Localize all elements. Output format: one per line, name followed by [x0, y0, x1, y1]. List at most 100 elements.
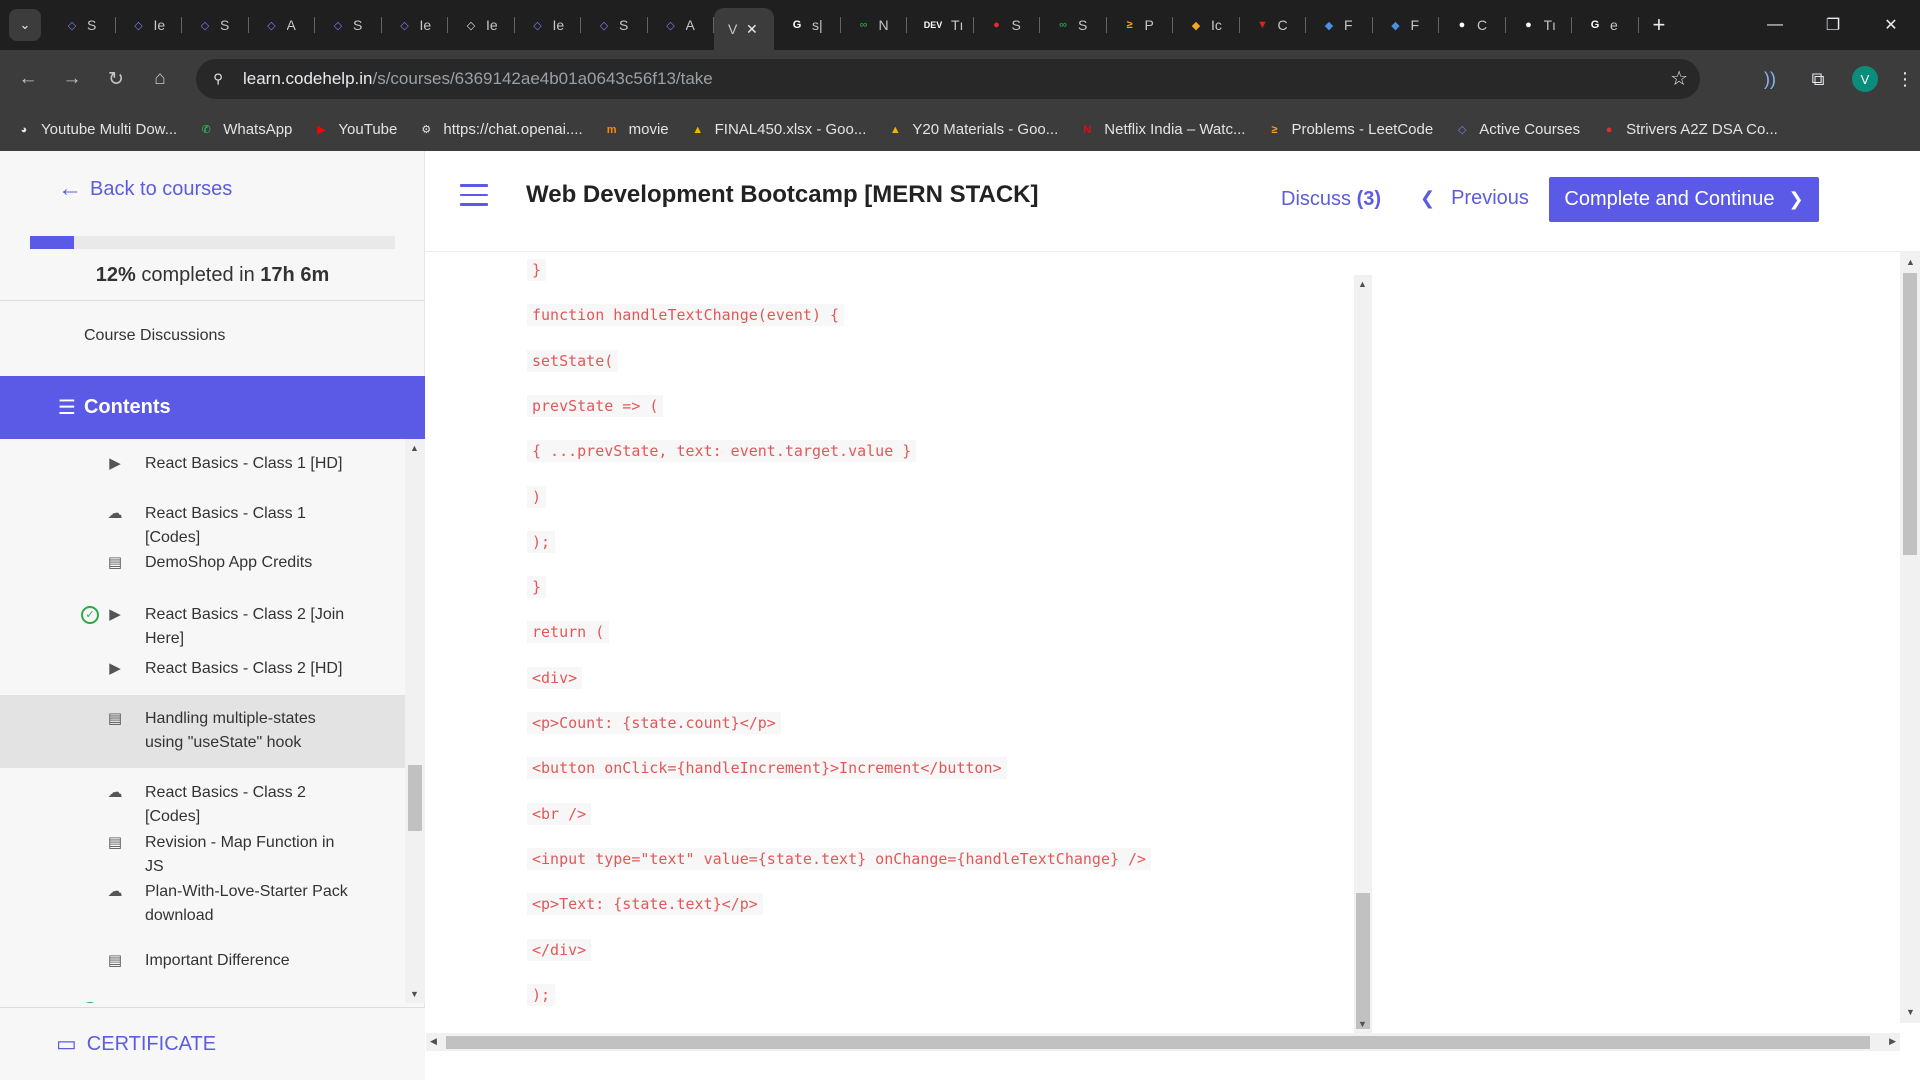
certificate-icon: ▭ — [56, 1031, 77, 1056]
google-icon: G — [792, 19, 802, 31]
forward-arrow-icon[interactable]: → — [50, 59, 94, 99]
scrollbar-thumb[interactable] — [446, 1036, 1870, 1049]
bookmark-item[interactable]: ◇ Active Courses — [1453, 121, 1580, 139]
contents-label: Contents — [83, 396, 171, 418]
browser-tab[interactable]: ◇ Ie — [382, 8, 449, 42]
extension-icon[interactable]: )) — [1746, 59, 1794, 99]
bookmark-item[interactable]: ▲ FINAL450.xlsx - Goo... — [689, 121, 866, 139]
code-block: } function handleTextChange(event) {setSt… — [426, 252, 1786, 1022]
lesson-item[interactable]: ☁ Plan-With-Love-Starter Pack download — [0, 868, 405, 936]
browser-tab[interactable]: ◇ A — [648, 8, 715, 42]
bookmark-item[interactable]: ✆ WhatsApp — [197, 121, 293, 139]
puzzle-icon[interactable]: ⧉ — [1794, 59, 1842, 99]
browser-tab[interactable]: DEV Tı — [907, 8, 974, 42]
bookmark-item[interactable]: ▲ Y20 Materials - Goo... — [886, 121, 1058, 139]
lesson-item[interactable]: ▤ Handling multiple-states using "useStat… — [0, 695, 405, 768]
scroll-up-arrow-icon[interactable]: ▲ — [410, 443, 419, 453]
hamburger-menu-icon[interactable] — [460, 184, 488, 206]
bookmark-item[interactable]: ≥ Problems - LeetCode — [1265, 121, 1433, 139]
bookmark-item[interactable]: m movie — [603, 121, 669, 139]
scroll-up-arrow-icon[interactable]: ▲ — [1906, 257, 1915, 267]
bookmark-item[interactable]: ▶ YouTube — [312, 121, 397, 139]
browser-tab[interactable]: ● C — [1439, 8, 1506, 42]
previous-button[interactable]: ❮ Previous — [1420, 187, 1529, 210]
url-text[interactable]: learn.codehelp.in/s/courses/6369142ae4b0… — [243, 69, 713, 89]
address-bar[interactable]: ⚲ learn.codehelp.in/s/courses/6369142ae4… — [196, 59, 1700, 99]
browser-tab[interactable]: ◇ Ie — [448, 8, 515, 42]
browser-tab[interactable]: ◇ S — [581, 8, 648, 42]
content-scrollbar[interactable]: ▲ ▼ — [1354, 275, 1372, 1033]
browser-tab[interactable]: ◆ F — [1373, 8, 1440, 42]
home-icon[interactable]: ⌂ — [138, 59, 182, 99]
browser-tab[interactable]: ● Tı — [1506, 8, 1573, 42]
lesson-item[interactable]: ▶ React Basics - Class 2 [HD] — [0, 643, 405, 695]
site-info-icon[interactable]: ⚲ — [205, 66, 231, 92]
lesson-list-scrollbar[interactable]: ▲ ▼ — [405, 439, 425, 1003]
scroll-down-arrow-icon[interactable]: ▼ — [410, 989, 419, 999]
sidebar-divider — [0, 300, 425, 301]
browser-tab[interactable]: ◆ Ic — [1173, 8, 1240, 42]
lesson-item[interactable]: ▤ DemoShop App Credits — [0, 538, 405, 587]
netflix-icon: N — [1083, 123, 1092, 136]
lesson-item[interactable]: ▶ React Basics - Class 1 [HD] — [0, 439, 405, 489]
drive-icon: ▲ — [692, 123, 704, 136]
minimize-icon[interactable]: — — [1746, 0, 1804, 50]
bookmark-item[interactable]: ◕ Youtube Multi Dow... — [15, 121, 178, 139]
discuss-button[interactable]: Discuss (3) — [1281, 188, 1381, 211]
certificate-link[interactable]: ▭ CERTIFICATE — [0, 1007, 425, 1080]
bookmark-item[interactable]: ● Strivers A2Z DSA Co... — [1600, 121, 1778, 139]
browser-tab[interactable]: ◆ F — [1306, 8, 1373, 42]
contents-header[interactable]: ☰ Contents — [0, 376, 425, 439]
close-window-icon[interactable]: ✕ — [1862, 0, 1920, 50]
scroll-up-arrow-icon[interactable]: ▲ — [1358, 279, 1367, 289]
horizontal-scrollbar[interactable]: ◀ ▶ — [426, 1033, 1900, 1051]
close-tab-icon[interactable]: ✕ — [746, 21, 758, 38]
restore-icon[interactable]: ❐ — [1804, 0, 1862, 50]
profile-avatar[interactable]: V — [1852, 66, 1878, 92]
progress-summary: 12% completed in 17h 6m — [0, 264, 425, 287]
browser-tab-active[interactable]: V ✕ — [714, 8, 774, 50]
tab-search-button[interactable]: ⌄ — [9, 9, 41, 41]
lesson-item[interactable]: ▤ Important Difference — [0, 936, 405, 986]
lesson-item[interactable]: ✓ ▶ React Basics - Class 3 — [0, 986, 405, 1003]
scrollbar-thumb[interactable] — [1356, 893, 1370, 1029]
scrollbar-thumb[interactable] — [408, 765, 422, 831]
lesson-item[interactable]: ☁ React Basics - Class 2 [Codes] — [0, 768, 405, 825]
browser-tab[interactable]: ◇ Ie — [515, 8, 582, 42]
lesson-item[interactable]: ✓ ▶ React Basics - Class 2 [Join Here] — [0, 587, 405, 647]
browser-tab[interactable]: ◇ A — [249, 8, 316, 42]
back-arrow-icon[interactable]: ← — [6, 59, 50, 99]
scroll-left-arrow-icon[interactable]: ◀ — [430, 1036, 437, 1047]
bookmark-item[interactable]: ⚙ https://chat.openai.... — [417, 121, 582, 139]
browser-tab[interactable]: Gs| — [774, 8, 841, 42]
browser-tab[interactable]: ≥ P — [1107, 8, 1174, 42]
page-scrollbar[interactable]: ▲ ▼ — [1900, 251, 1920, 1023]
scrollbar-thumb[interactable] — [1903, 273, 1917, 555]
openai-icon: ⚙ — [421, 124, 432, 136]
browser-tab[interactable]: ∞ N — [841, 8, 908, 42]
browser-tab[interactable]: ▼ C — [1240, 8, 1307, 42]
browser-tab[interactable]: ◇ S — [315, 8, 382, 42]
code-line: function handleTextChange(event) { — [527, 304, 845, 327]
new-tab-button[interactable]: + — [1653, 12, 1666, 38]
lesson-item[interactable]: ▤ Revision - Map Function in JS — [0, 818, 405, 875]
document-icon: ▤ — [107, 952, 123, 969]
scroll-down-arrow-icon[interactable]: ▼ — [1358, 1019, 1367, 1029]
browser-tab[interactable]: ◇ Ie — [116, 8, 183, 42]
reload-icon[interactable]: ↻ — [94, 59, 138, 99]
browser-tab[interactable]: Ge — [1572, 8, 1639, 42]
scroll-down-arrow-icon[interactable]: ▼ — [1906, 1007, 1915, 1017]
code-line: return ( — [527, 621, 610, 644]
browser-tab[interactable]: ∞ S — [1040, 8, 1107, 42]
bookmark-item[interactable]: N Netflix India – Watc... — [1078, 121, 1245, 139]
bookmark-star-icon[interactable]: ☆ — [1670, 66, 1688, 91]
browser-tab[interactable]: ◇ S — [182, 8, 249, 42]
scroll-right-arrow-icon[interactable]: ▶ — [1889, 1036, 1896, 1047]
back-to-courses-link[interactable]: ← Back to courses — [58, 175, 232, 203]
course-discussions-link[interactable]: Course Discussions — [84, 327, 225, 345]
browser-tab[interactable]: ● S — [974, 8, 1041, 42]
browser-tab[interactable]: ◇ S — [49, 8, 116, 42]
lesson-item[interactable]: ☁ React Basics - Class 1 [Codes] — [0, 489, 405, 546]
complete-and-continue-button[interactable]: Complete and Continue ❯ — [1549, 177, 1819, 222]
more-menu-icon[interactable]: ⋮ — [1890, 69, 1920, 90]
